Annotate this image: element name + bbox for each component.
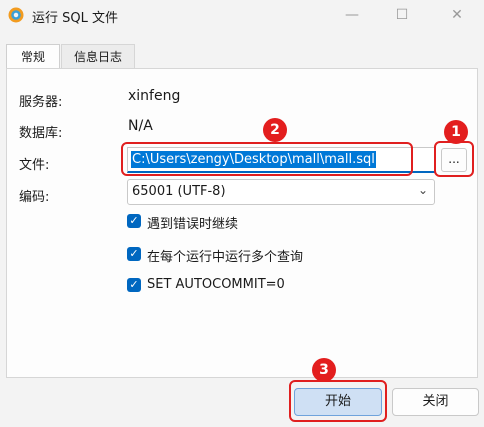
annotation-badge-3: 3 xyxy=(312,358,336,382)
annotation-badge-1: 1 xyxy=(444,120,468,144)
server-label: 服务器: xyxy=(19,95,63,110)
encoding-select[interactable]: 65001 (UTF-8) ⌄ xyxy=(127,179,435,205)
chevron-down-icon: ⌄ xyxy=(417,183,428,197)
file-input-highlight xyxy=(121,142,413,176)
start-button-highlight xyxy=(289,380,387,422)
general-panel xyxy=(6,68,478,378)
browse-button-highlight xyxy=(434,141,474,177)
multiple-queries-label: 在每个运行中运行多个查询 xyxy=(147,250,304,265)
autocommit-checkbox[interactable]: ✓ xyxy=(127,278,141,292)
minimize-icon[interactable]: — xyxy=(342,5,362,25)
database-value: N/A xyxy=(128,118,153,134)
continue-on-error-checkbox[interactable]: ✓ xyxy=(127,214,141,228)
encoding-label: 编码: xyxy=(19,190,50,205)
multiple-queries-checkbox[interactable]: ✓ xyxy=(127,247,141,261)
maximize-icon[interactable]: ☐ xyxy=(392,5,412,25)
database-label: 数据库: xyxy=(19,126,63,141)
file-label: 文件: xyxy=(19,158,50,173)
window-title: 运行 SQL 文件 xyxy=(32,11,118,26)
encoding-value: 65001 (UTF-8) xyxy=(132,184,226,199)
continue-on-error-label: 遇到错误时继续 xyxy=(147,217,239,232)
close-button[interactable]: 关闭 xyxy=(392,388,479,416)
close-window-icon[interactable]: ✕ xyxy=(447,5,467,25)
server-value: xinfeng xyxy=(128,88,181,104)
autocommit-label: SET AUTOCOMMIT=0 xyxy=(147,277,285,292)
tab-general[interactable]: 常规 xyxy=(6,44,60,69)
tab-info-log[interactable]: 信息日志 xyxy=(61,44,135,69)
annotation-badge-2: 2 xyxy=(263,118,287,142)
app-logo-icon xyxy=(8,7,24,23)
